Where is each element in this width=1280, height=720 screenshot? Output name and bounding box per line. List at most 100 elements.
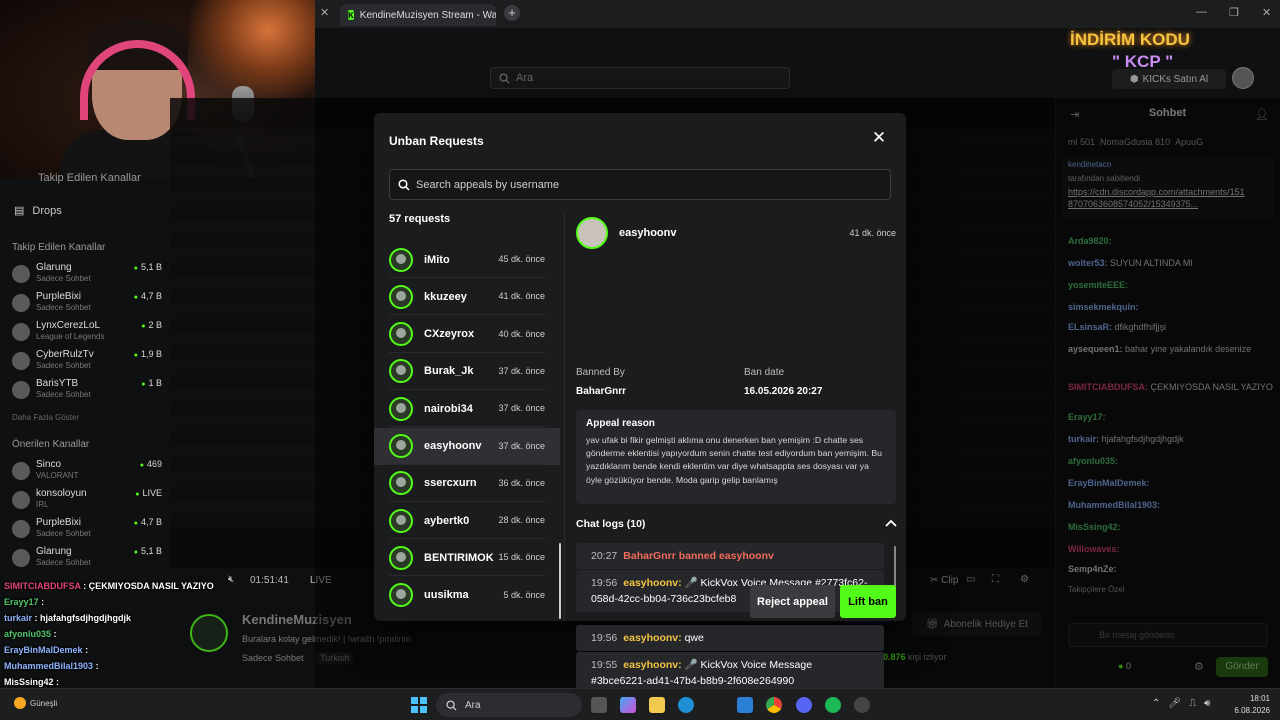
maximize-icon[interactable]: ❐ (1229, 6, 1239, 19)
chat-logs-header[interactable]: Chat logs (10) (576, 518, 645, 530)
log-ban-text: BaharGnrr banned easyhoonv (623, 550, 774, 562)
channel-name: Glarung (36, 262, 72, 273)
request-item[interactable]: CXzeyrox 40 dk. önce (374, 316, 560, 353)
lift-ban-button[interactable]: Lift ban (840, 585, 896, 618)
search-icon (499, 72, 510, 84)
channel-category: Sadece Sohbet (36, 529, 91, 538)
windows-start-icon[interactable] (411, 697, 427, 713)
channel-avatar (12, 265, 30, 283)
request-time: 37 dk. önce (498, 403, 545, 414)
request-item[interactable]: iMito 45 dk. önce (374, 241, 560, 278)
weather-widget[interactable]: Güneşli (14, 697, 57, 709)
kick-logo-icon: K (348, 10, 354, 20)
discord-icon[interactable] (796, 697, 812, 713)
channel-item[interactable]: BarisYTBSadece Sohbet 1 B (12, 378, 162, 406)
channel-name: LynxCerezLoL (36, 320, 101, 331)
appeal-time: 41 dk. önce (849, 228, 896, 238)
channel-item[interactable]: LynxCerezLoLLeague of Legends 2 B (12, 320, 162, 348)
promo-code-title: İNDİRİM KODU (1070, 30, 1190, 49)
spotify-icon[interactable] (825, 697, 841, 713)
site-search-input[interactable]: Ara (490, 67, 790, 89)
show-more-link[interactable]: Daha Fazla Göster (12, 413, 79, 422)
appeal-search-input[interactable] (416, 178, 882, 191)
chat-logs-scrollbar[interactable] (894, 546, 896, 591)
channel-name: Sinco (36, 459, 62, 470)
chrome-icon[interactable] (766, 697, 782, 713)
banned-by-label: Banned By (576, 367, 625, 378)
taskbar-search[interactable]: Ara (436, 693, 582, 717)
channel-item[interactable]: GlarungSadece Sohbet 5,1 B (12, 546, 162, 574)
requests-scrollbar[interactable] (559, 543, 561, 619)
task-view-icon[interactable] (591, 697, 607, 713)
overlay-text: : (56, 677, 60, 687)
banned-by-value: BaharGnrr (576, 386, 627, 397)
mail-icon[interactable] (737, 697, 753, 713)
overlay-text: : (53, 629, 57, 639)
channel-name: BarisYTB (36, 378, 79, 389)
request-avatar (389, 396, 413, 421)
request-item[interactable]: kkuzeey 41 dk. önce (374, 278, 560, 316)
request-username: ssercxurn (424, 477, 477, 490)
file-explorer-icon[interactable] (649, 697, 665, 713)
request-avatar (389, 359, 413, 384)
request-item[interactable]: uusikma 5 dk. önce (374, 577, 560, 614)
appeal-reason-label: Appeal reason (586, 418, 655, 429)
channel-category: Sadece Sohbet (36, 390, 91, 399)
channel-viewers: 5,1 B (134, 262, 162, 272)
overlay-username: afyonlu035 (4, 629, 52, 639)
request-item[interactable]: BENTIRIMOK 15 dk. önce (374, 539, 560, 577)
taskbar: Güneşli Ara ⌃🎤︎⎍🔊︎ 18:01 6.08.2026 (0, 688, 1280, 720)
request-username: nairobi34 (424, 402, 473, 415)
tab-close-icon[interactable]: ✕ (320, 6, 329, 19)
system-tray[interactable]: ⌃🎤︎⎍🔊︎ (1152, 698, 1218, 709)
channel-item[interactable]: SincoVALORANT 469 (12, 459, 162, 487)
playback-time: 01:51:41 (250, 575, 289, 586)
overlay-chat-line: MuhammedBilal1903 : (4, 658, 244, 674)
close-icon[interactable]: ✕ (870, 129, 888, 147)
overlay-username: ErayBinMalDemek (4, 645, 83, 655)
minimize-icon[interactable]: — (1196, 6, 1207, 18)
channel-name: CyberRulzTv (36, 349, 94, 360)
reject-appeal-button[interactable]: Reject appeal (750, 585, 835, 618)
appeal-search-field[interactable] (389, 169, 891, 200)
log-text: qwe (684, 632, 704, 644)
request-item[interactable]: Burak_Jk 37 dk. önce (374, 353, 560, 390)
channel-item[interactable]: konsoloyunIRL LIVE (12, 488, 162, 516)
chevron-up-icon[interactable] (884, 516, 898, 530)
channel-viewers: 1,9 B (134, 349, 162, 359)
request-item[interactable]: nairobi34 37 dk. önce (374, 390, 560, 428)
recommended-channels-header: Önerilen Kanallar (12, 439, 90, 450)
drops-nav-item[interactable]: ▤ Drops (14, 204, 62, 217)
tab-title: KendineMuzisyen Stream - Wa (359, 9, 496, 21)
channel-category: Sadece Sohbet (36, 361, 91, 370)
overlay-text: : (85, 645, 89, 655)
chat-log-entry: 19:56 easyhoonv: 🎤 KickVox Voice Message … (576, 570, 884, 612)
obs-icon[interactable] (854, 697, 870, 713)
channel-name: PurpleBixi (36, 517, 82, 528)
user-avatar[interactable] (1232, 67, 1254, 89)
clock[interactable]: 18:01 6.08.2026 (1234, 693, 1270, 717)
window-close-icon[interactable]: ✕ (1262, 6, 1271, 19)
edge-icon[interactable] (678, 697, 694, 713)
search-icon (446, 699, 457, 711)
drops-icon: ▤ (14, 205, 25, 217)
request-time: 37 dk. önce (498, 365, 545, 376)
new-tab-button[interactable]: + (504, 5, 520, 21)
chat-log-entry: 20:27 BaharGnrr banned easyhoonv (576, 543, 884, 569)
tag-category[interactable]: Sadece Sohbet (242, 653, 304, 663)
channel-name: Glarung (36, 546, 72, 557)
request-item[interactable]: easyhoonv 37 dk. önce (374, 427, 560, 465)
channel-item[interactable]: CyberRulzTvSadece Sohbet 1,9 B (12, 349, 162, 377)
channel-category: League of Legends (36, 332, 105, 341)
overlay-text: : (95, 661, 99, 671)
following-nav-item[interactable]: Takip Edilen Kanallar (38, 172, 141, 184)
request-item[interactable]: ssercxurn 36 dk. önce (374, 465, 560, 502)
channel-item[interactable]: GlarungSadece Sohbet 5,1 B (12, 262, 162, 290)
copilot-icon[interactable] (620, 697, 636, 713)
channel-item[interactable]: PurpleBixiSadece Sohbet 4,7 B (12, 517, 162, 545)
buy-kicks-button[interactable]: ⬢ KICKs Satın Al (1112, 69, 1226, 89)
request-item[interactable]: aybertk0 28 dk. önce (374, 502, 560, 540)
browser-tab[interactable]: K KendineMuzisyen Stream - Wa (340, 4, 496, 26)
channel-item[interactable]: PurpleBixiSadece Sohbet 4,7 B (12, 291, 162, 319)
appeal-username[interactable]: easyhoonv (619, 227, 676, 239)
